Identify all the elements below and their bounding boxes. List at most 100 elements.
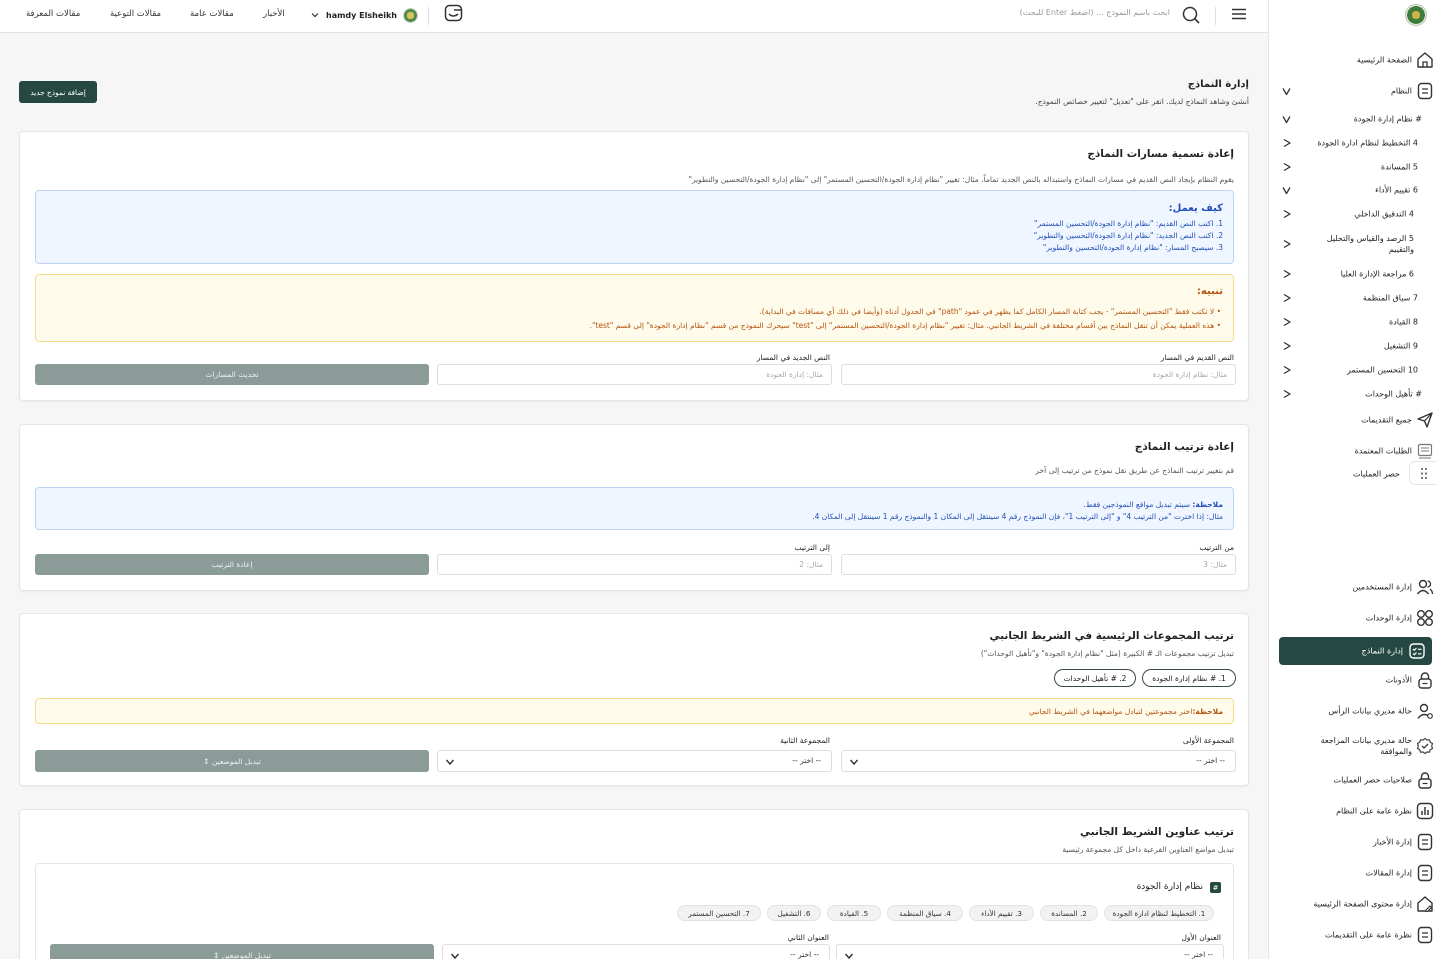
swap-groups-button[interactable]: ↕ تبديل الموضعين [35,750,429,772]
sidebar-item-label: 6 مراجعة الإدارة العليا [1340,269,1414,279]
sidebar-item-operation[interactable]: 9 التشغيل [1269,334,1437,358]
sidebar-item-system[interactable]: النظام [1269,79,1437,103]
sidebar-item-label: # نظام إدارة الجودة [1353,114,1422,124]
heading-chip[interactable]: 2. المساندة [1040,905,1098,921]
sidebar-item-qms-planning[interactable]: 4 التخطيط لنظام ادارة الجودة [1269,131,1437,155]
heading-chip[interactable]: 4. سياق المنظمة [887,905,963,921]
old-text-input[interactable] [841,364,1236,385]
sidebar-item-label: إدارة الأخبار [1372,837,1412,847]
sidebar-item-units-qualification[interactable]: # تأهيل الوحدات [1269,382,1437,406]
sidebar-item-forms[interactable]: إدارة النماذج [1279,637,1432,665]
divider [428,7,429,25]
sidebar-item-units[interactable]: إدارة الوحدات [1269,606,1437,630]
how-step: 2. اكتب النص الجديد: "نظام إدارة الجودة/… [1033,231,1223,240]
select-value: -- اختر -- [792,756,821,765]
add-form-button[interactable]: إضافة نموذج جديد [19,81,97,103]
to-order-input[interactable] [437,554,832,575]
chevron-right-icon[interactable] [1281,162,1292,173]
user-menu[interactable]: hamdy Elsheikh [310,5,419,25]
sidebar-item-context[interactable]: 7 سياق المنظمة [1269,286,1437,310]
sidebar-item-internal-audit[interactable]: 4 التدقيق الداخلي [1269,202,1437,226]
sidebar-item-performance[interactable]: 6 تقييم الأداء [1269,178,1437,202]
nav-link-news[interactable]: الأخبار [263,9,285,19]
group-pill[interactable]: 2. # تأهيل الوحدات [1054,669,1136,687]
chevron-right-icon[interactable] [1281,293,1292,304]
update-paths-button[interactable]: تحديث المسارات [35,364,429,385]
sidebar-item-management-review[interactable]: 6 مراجعة الإدارة العليا [1269,262,1437,286]
sidebar-item-home[interactable]: الصفحة الرئيسية [1269,48,1437,72]
sidebar-item-inventory-permissions[interactable]: صلاحيات حصر العمليات [1269,768,1437,792]
sidebar-item-qms[interactable]: # نظام إدارة الجودة [1269,107,1437,131]
new-text-input[interactable] [437,364,832,385]
chevron-right-icon[interactable] [1281,239,1292,250]
card-title: إعادة ترتيب النماذج [1134,441,1234,453]
sidebar-item-label: 4 التخطيط لنظام ادارة الجودة [1317,138,1418,148]
nav-link-knowledge-articles[interactable]: مقالات المعرفة [26,9,80,19]
chevron-right-icon[interactable] [1281,389,1292,400]
how-step: 1. اكتب النص القديم: "نظام إدارة الجودة/… [1034,219,1223,228]
sidebar-item-label: إدارة الوحدات [1365,613,1412,623]
sidebar-item-monitoring[interactable]: 5 الرصد والقياس والتحليل والتقييم [1269,232,1437,256]
how-title: كيف يعمل: [1168,203,1223,214]
heading-chip[interactable]: 3. تقييم الأداء [969,905,1034,921]
sidebar-item-approved-requests[interactable]: الطلبات المعتمدة [1269,439,1437,463]
nav-link-awareness-articles[interactable]: مقالات التوعية [110,9,161,19]
select-value: -- اختر -- [1184,950,1213,959]
sidebar-item-system-overview[interactable]: نظرة عامة على النظام [1269,799,1437,823]
nav-link-general-articles[interactable]: مقالات عامة [190,9,234,19]
menu-icon[interactable] [1231,8,1247,20]
chevron-right-icon[interactable] [1281,317,1292,328]
warning-title: تنبيه: [1196,286,1223,297]
sidebar-item-label: حصر العمليات [1352,469,1400,479]
first-heading-select[interactable]: -- اختر -- [836,944,1224,959]
sidebar-item-improvement[interactable]: 10 التحسين المستمر [1269,358,1437,382]
sidebar-item-label: 5 الرصد والقياس والتحليل والتقييم [1326,234,1414,254]
heading-chip[interactable]: 6. التشغيل [767,905,821,921]
sidebar-item-permissions[interactable]: الأذونات [1269,668,1437,692]
first-group-select[interactable]: -- اختر -- [841,750,1236,772]
card-title: ترتيب المجموعات الرئيسية في الشريط الجان… [989,630,1234,642]
grid-icon [1416,609,1434,627]
sidebar-item-label: صلاحيات حصر العمليات [1333,775,1412,785]
search-input[interactable]: ابحث باسم النموذج ... (اضغط Enter للبحث) [1000,8,1170,22]
chevron-right-icon[interactable] [1281,209,1292,220]
chevron-down-icon[interactable] [1281,86,1292,97]
sidebar-item-news-management[interactable]: إدارة الأخبار [1269,830,1437,854]
from-order-input[interactable] [841,554,1236,575]
sidebar-item-homepage-content[interactable]: إدارة محتوى الصفحة الرئيسية [1269,892,1437,916]
sidebar-item-submissions-overview[interactable]: نظرة عامة على التقديمات [1269,923,1437,947]
heading-chip[interactable]: 5. القيادة [827,905,881,921]
sidebar-item-support[interactable]: 5 المساندة [1269,155,1437,179]
chevron-down-icon[interactable] [1281,114,1292,125]
group-pill[interactable]: 1. # نظام إدارة الجودة [1142,669,1236,687]
notification-icon[interactable] [444,4,463,22]
how-it-works-box: كيف يعمل: 1. اكتب النص القديم: "نظام إدا… [35,190,1234,264]
new-text-label: النص الجديد في المسار [756,353,830,362]
sidebar-item-label: الأذونات [1385,675,1412,685]
swap-headings-button[interactable]: ↕ تبديل الموضعين [50,944,434,959]
sidebar-item-articles-management[interactable]: إدارة المقالات [1269,861,1437,885]
sidebar-item-header-managers[interactable]: حالة مديري بيانات الرأس [1269,699,1437,723]
reorder-button[interactable]: إعادة الترتيب [35,554,429,575]
sidebar-item-label: 8 القيادة [1389,317,1418,327]
drag-handle-icon[interactable] [1409,461,1437,485]
chevron-right-icon[interactable] [1281,365,1292,376]
second-group-select[interactable]: -- اختر -- [437,750,832,772]
second-heading-select[interactable]: -- اختر -- [442,944,830,959]
chevron-down-icon [310,10,320,20]
heading-chip[interactable]: 1. التخطيط لنظام ادارة الجودة [1104,905,1214,921]
card-description: تبديل مواضع العناوين الفرعية داخل كل مجم… [1062,845,1234,854]
heading-chip[interactable]: 7. التحسين المستمر [677,905,761,921]
sidebar-item-review-managers[interactable]: حالة مديري بيانات المراجعة والموافقة [1269,734,1437,758]
chevron-right-icon[interactable] [1281,138,1292,149]
sidebar-item-label: نظرة عامة على التقديمات [1324,930,1412,940]
chevron-down-icon [445,757,455,767]
chevron-right-icon[interactable] [1281,269,1292,280]
chevron-down-icon[interactable] [1281,185,1292,196]
sidebar-item-all-submissions[interactable]: جميع التقديمات [1269,408,1437,432]
sidebar-item-users[interactable]: إدارة المستخدمين [1269,575,1437,599]
sidebar-item-leadership[interactable]: 8 القيادة [1269,310,1437,334]
search-icon[interactable] [1181,5,1201,25]
note-line: ملاحظة: سيتم تبديل مواقع النموذجين فقط. [1083,500,1223,509]
chevron-right-icon[interactable] [1281,341,1292,352]
